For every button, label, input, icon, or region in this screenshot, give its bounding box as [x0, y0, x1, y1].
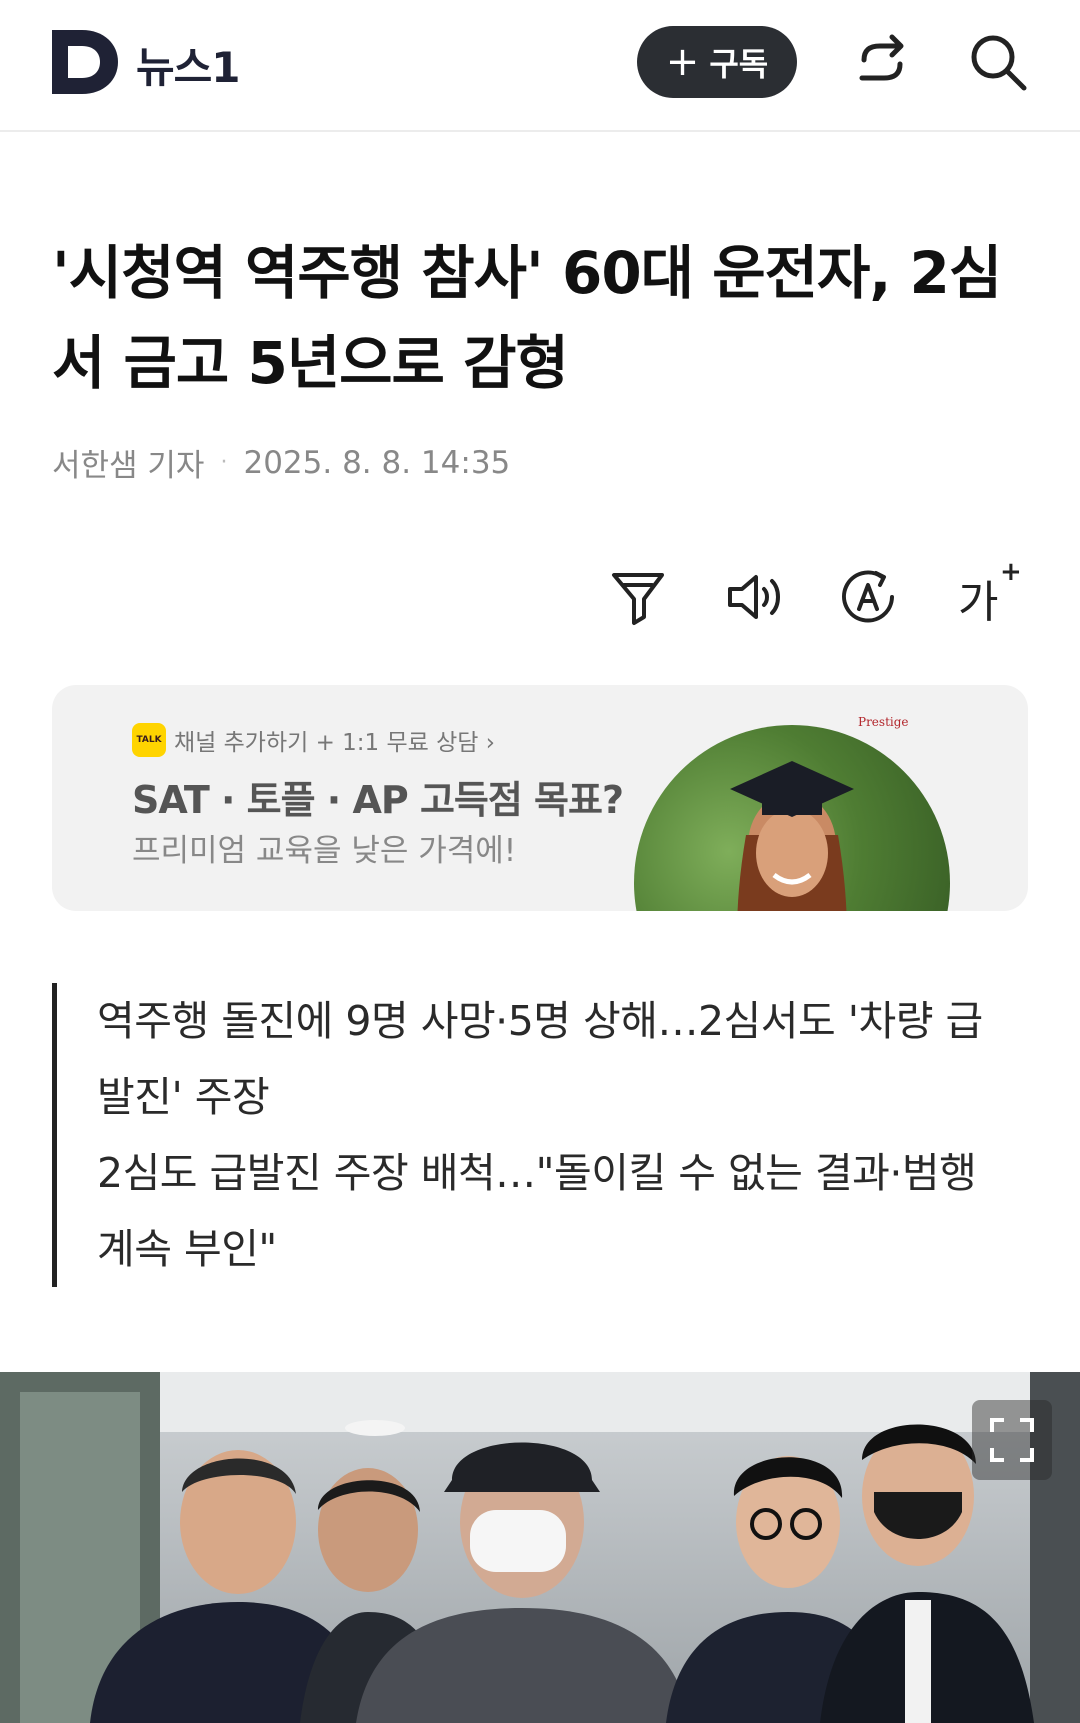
font-size-button[interactable]: 가 [958, 566, 998, 630]
fullscreen-icon [990, 1418, 1034, 1462]
audio-icon[interactable] [722, 565, 786, 629]
photo-scene [0, 1372, 1080, 1723]
article-title: '시청역 역주행 참사' 60대 운전자, 2심서 금고 5년으로 감형 [52, 239, 1002, 397]
summary-line: 2심도 급발진 주장 배척…"돌이킬 수 없는 결과·범행 계속 부인" [97, 1149, 977, 1273]
expand-photo-button[interactable] [972, 1400, 1052, 1480]
subscribe-button[interactable]: + 구독 [637, 26, 797, 98]
summary-line: 역주행 돌진에 9명 사망·5명 상해…2심서도 '차량 급발진' 주장 [97, 997, 983, 1121]
share-icon[interactable] [850, 30, 914, 94]
ad-banner[interactable]: TALK 채널 추가하기 + 1:1 무료 상담 › SAT · 토플 · AP… [52, 685, 1028, 911]
ad-channel-link[interactable]: 채널 추가하기 + 1:1 무료 상담 › [174, 723, 495, 757]
article-summary: 역주행 돌진에 9명 사망·5명 상해…2심서도 '차량 급발진' 주장 2심도… [52, 983, 1012, 1287]
ad-headline: SAT · 토플 · AP 고득점 목표? [132, 778, 624, 822]
article-byline: 서한샘 기자 · 2025. 8. 8. 14:35 [52, 440, 510, 485]
byline-separator: · [220, 450, 228, 475]
publish-date: 2025. 8. 8. 14:35 [243, 444, 511, 481]
article-photo[interactable] [0, 1372, 1080, 1723]
filter-icon[interactable] [606, 565, 670, 629]
ad-brand-logo: Prestige [858, 715, 909, 729]
reporter-name[interactable]: 서한샘 기자 [52, 440, 204, 485]
ad-graduate-image [634, 725, 950, 911]
news1-logo-icon[interactable] [52, 30, 118, 94]
top-header: 뉴스1 + 구독 [0, 0, 1080, 132]
kakaotalk-icon: TALK [132, 723, 166, 757]
subscribe-label: 구독 [709, 45, 769, 83]
logo-text[interactable]: 뉴스1 [136, 34, 241, 95]
ad-subtext: 프리미엄 교육을 낮은 가격에! [132, 833, 517, 869]
plus-icon: + [665, 39, 700, 85]
font-size-plus-icon: + [1000, 557, 1022, 587]
search-icon[interactable] [966, 30, 1030, 94]
translate-icon[interactable] [836, 565, 900, 629]
